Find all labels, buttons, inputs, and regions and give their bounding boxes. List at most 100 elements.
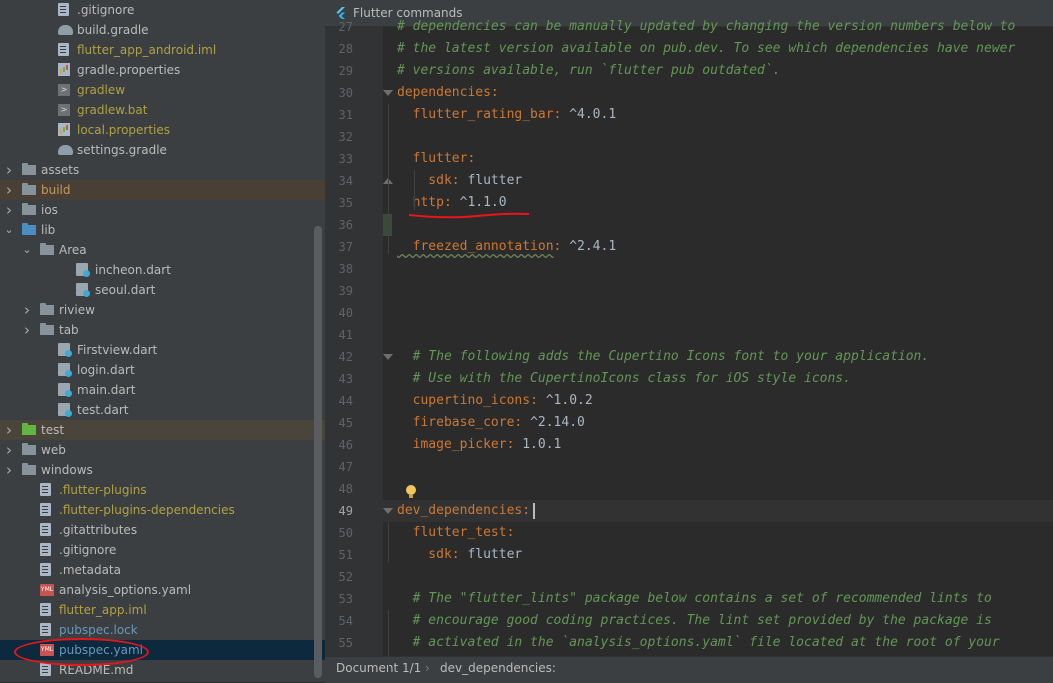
tree-item[interactable]: YML pubspec.yaml [0,640,325,660]
chevron-right-icon[interactable]: › [4,200,14,220]
tree-item[interactable]: Firstview.dart [0,340,325,360]
tree-item[interactable]: local.properties [0,120,325,140]
tree-item[interactable]: .gitignore [0,540,325,560]
tree-item-label: analysis_options.yaml [59,583,192,597]
tree-item[interactable]: incheon.dart [0,260,325,280]
tree-item[interactable]: build.gradle [0,20,325,40]
code-token: : [451,173,468,188]
tree-item[interactable]: pubspec.lock [0,620,325,640]
tree-item-label: seoul.dart [95,283,156,297]
tree-item[interactable]: > gradlew.bat [0,100,325,120]
tree-item[interactable]: › test [0,420,325,440]
tree-item[interactable]: .gitattributes [0,520,325,540]
code-token: # encourage good coding practices. The l… [397,613,992,628]
yaml-file-icon: YML [40,584,54,596]
tree-item-label: windows [41,463,93,477]
code-line: flutter: [397,148,476,170]
tree-item[interactable]: › build [0,180,325,200]
gradle-icon [58,145,73,155]
tree-item-label: gradlew.bat [77,103,148,117]
tree-item[interactable]: › windows [0,460,325,480]
chevron-right-icon[interactable]: › [22,320,32,340]
dart-file-icon [58,383,72,397]
tree-item[interactable]: ⌄ lib [0,220,325,240]
fold-open-icon[interactable] [383,90,393,96]
dart-file-icon [58,403,72,417]
code-token: 1.0.1 [522,437,562,452]
line-number: 36 [338,218,353,232]
tree-item-label: README.md [59,663,134,677]
code-token: flutter [467,547,523,562]
tree-item[interactable]: › web [0,440,325,460]
tree-item[interactable]: flutter_app_android.iml [0,40,325,60]
code-line: # The following adds the Cupertino Icons… [397,346,930,368]
tree-item-label: .flutter-plugins-dependencies [59,503,235,517]
tree-item[interactable]: › riview [0,300,325,320]
code-token: : [514,415,531,430]
tree-item[interactable]: gradle.properties [0,60,325,80]
chevron-down-icon[interactable]: ⌄ [4,220,14,240]
line-number: 45 [338,416,353,430]
code-token: ^2.4.1 [569,239,617,254]
chevron-right-icon[interactable]: › [4,420,14,440]
tree-item[interactable]: main.dart [0,380,325,400]
tree-item[interactable]: ⌄ Area [0,240,325,260]
chevron-right-icon[interactable]: › [4,160,14,180]
tree-item-label: assets [41,163,80,177]
tree-item-label: test.dart [77,403,129,417]
tree-item[interactable]: .metadata [0,560,325,580]
fold-open-icon[interactable] [383,508,393,514]
tree-item[interactable]: flutter_app.iml [0,600,325,620]
tree-item-label: flutter_app_android.iml [77,43,217,57]
tree-item[interactable]: README.md [0,660,325,680]
editor-breadcrumb-bar: Document 1/1 › dev_dependencies: [325,656,1053,683]
indent-guide [414,170,415,210]
chevron-right-icon[interactable]: › [22,300,32,320]
line-number: 42 [338,350,353,364]
line-number: 52 [338,570,353,584]
code-token: # dependencies can be manually updated b… [397,19,1016,34]
line-number: 53 [338,592,353,606]
module-file-icon [58,43,69,56]
code-token: # Use with the CupertinoIcons class for … [397,371,851,386]
tree-item[interactable]: seoul.dart [0,280,325,300]
code-token: flutter [397,151,468,166]
document-indicator[interactable]: Document 1/1 [336,657,421,679]
code-token: : [506,437,523,452]
tree-item[interactable]: test.dart [0,400,325,420]
breadcrumb-dev-dependencies[interactable]: dev_dependencies: [440,657,556,679]
tree-item-label: pubspec.yaml [59,643,143,657]
tree-item[interactable]: › ios [0,200,325,220]
chevron-right-icon[interactable]: › [4,440,14,460]
line-number: 51 [338,548,353,562]
tree-item[interactable]: login.dart [0,360,325,380]
tree-item[interactable]: › assets [0,160,325,180]
tree-item[interactable]: > gradlew [0,80,325,100]
line-number: 29 [338,64,353,78]
indent-guide [388,104,389,254]
tree-item[interactable]: .flutter-plugins [0,480,325,500]
tree-item[interactable]: .gitignore [0,0,325,20]
chevron-right-icon[interactable]: › [4,180,14,200]
code-line: # encourage good coding practices. The l… [397,610,992,632]
indent-guide [388,522,389,562]
lightbulb-icon[interactable] [404,484,418,500]
code-line: flutter_test: [397,522,515,544]
text-file-icon [40,483,51,496]
chevron-right-icon[interactable]: › [4,460,14,480]
tree-item[interactable]: settings.gradle [0,140,325,160]
code-token: # the latest version available on pub.de… [397,41,1016,56]
code-token: : [522,503,531,518]
tree-item[interactable]: YML analysis_options.yaml [0,580,325,600]
fold-open-icon[interactable] [383,354,393,360]
tree-item[interactable]: › tab [0,320,325,340]
chevron-down-icon[interactable]: ⌄ [22,240,32,260]
tree-item[interactable]: .flutter-plugins-dependencies [0,500,325,520]
line-number: 41 [338,328,353,342]
tree-item-label: incheon.dart [95,263,171,277]
tree-scrollbar[interactable] [314,226,322,678]
code-token: dev_dependencies [397,503,523,518]
code-token: : [443,195,460,210]
tree-item-label: Area [59,243,87,257]
line-number: 46 [338,438,353,452]
